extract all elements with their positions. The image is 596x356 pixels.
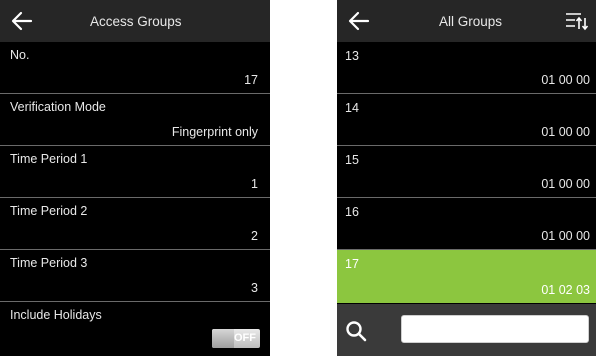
field-label: Time Period 2 [10,204,88,218]
field-label: Time Period 3 [10,256,88,270]
field-label: Include Holidays [10,308,102,322]
access-groups-screen: Access Groups No. 17 Verification Mode F… [0,0,270,356]
field-value: 3 [251,281,258,295]
top-bar: All Groups [337,0,596,42]
group-row-selected[interactable]: 17 01 02 03 [337,250,596,303]
group-list: 13 01 00 00 14 01 00 00 15 01 00 00 16 0… [337,42,596,303]
sort-icon[interactable] [564,9,590,33]
group-periods: 01 00 00 [541,125,590,139]
group-row[interactable]: 15 01 00 00 [337,146,596,198]
toggle-knob [212,329,234,348]
back-arrow-icon[interactable] [347,10,371,32]
group-id: 14 [345,101,359,115]
page-title: Access Groups [90,14,182,29]
group-row[interactable]: 16 01 00 00 [337,198,596,250]
field-label: Verification Mode [10,100,106,114]
field-time-period-2[interactable]: Time Period 2 2 [0,198,270,250]
group-row[interactable]: 14 01 00 00 [337,94,596,146]
settings-list: No. 17 Verification Mode Fingerprint onl… [0,42,270,353]
top-bar: Access Groups [0,0,270,42]
include-holidays-toggle[interactable]: OFF [212,329,260,348]
field-time-period-1[interactable]: Time Period 1 1 [0,146,270,198]
group-periods: 01 02 03 [541,283,590,297]
field-value: 17 [244,73,258,87]
group-id: 13 [345,49,359,63]
page-title: All Groups [439,14,503,29]
field-include-holidays: Include Holidays OFF [0,302,270,353]
field-no[interactable]: No. 17 [0,42,270,94]
field-value: 1 [251,177,258,191]
group-row[interactable]: 13 01 00 00 [337,42,596,94]
back-arrow-icon[interactable] [10,10,34,32]
search-icon[interactable] [344,319,368,343]
field-time-period-3[interactable]: Time Period 3 3 [0,250,270,302]
group-periods: 01 00 00 [541,229,590,243]
field-label: No. [10,48,30,62]
toggle-state-label: OFF [234,332,256,344]
group-id: 16 [345,205,359,219]
field-value: Fingerprint only [171,125,258,139]
all-groups-screen: All Groups 13 01 00 00 14 01 00 00 15 01… [337,0,596,356]
search-input[interactable] [401,315,589,343]
search-bar [337,304,596,356]
group-periods: 01 00 00 [541,73,590,87]
field-value: 2 [251,229,258,243]
field-label: Time Period 1 [10,152,88,166]
group-id: 17 [345,257,359,271]
field-verification-mode[interactable]: Verification Mode Fingerprint only [0,94,270,146]
group-id: 15 [345,153,359,167]
group-periods: 01 00 00 [541,177,590,191]
